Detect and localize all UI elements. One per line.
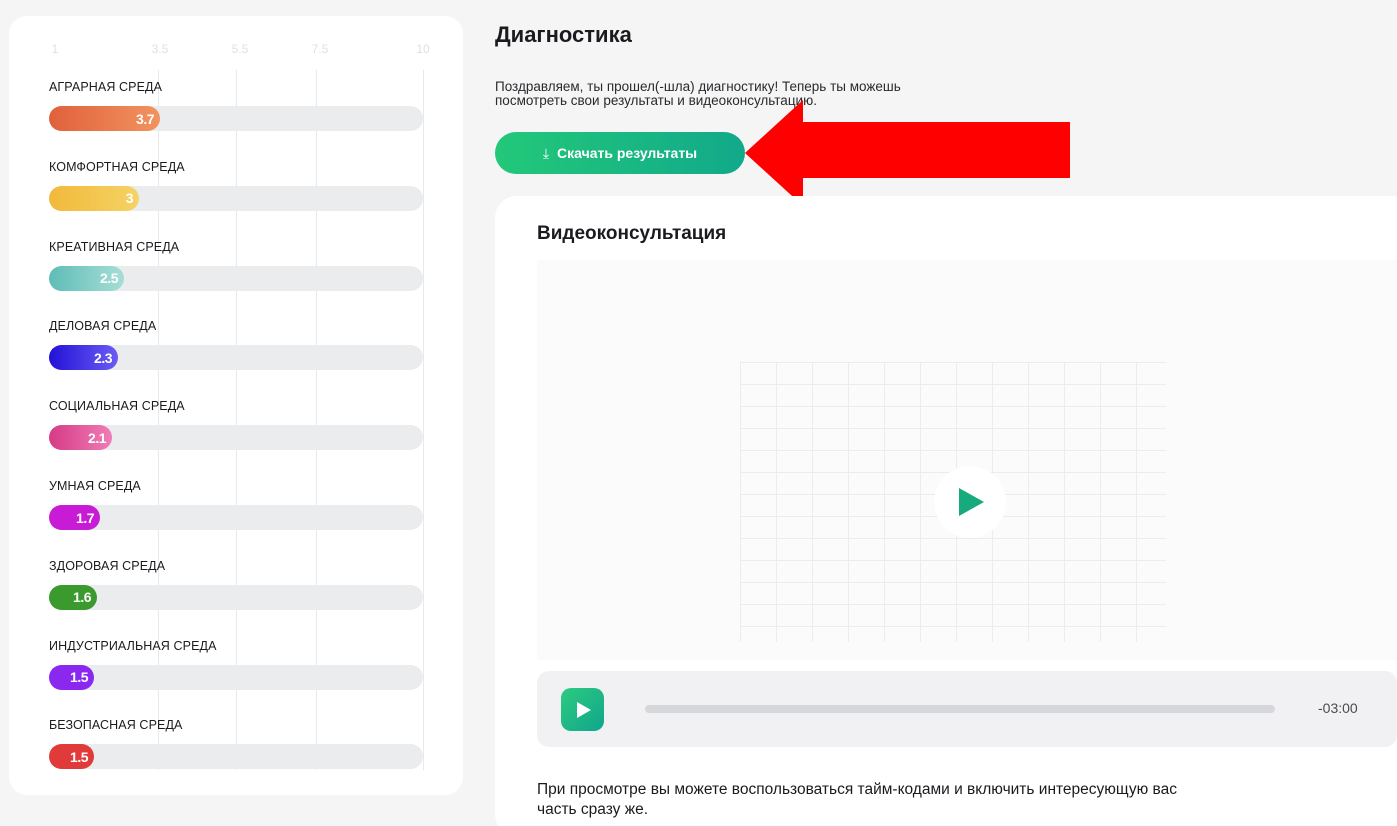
video-title: Видеоконсультация (537, 223, 727, 244)
play-icon (959, 488, 984, 516)
bar-track (49, 584, 423, 610)
bar-fill: 1.6 (49, 584, 97, 610)
bar-fill: 3 (49, 185, 139, 211)
category-label: ИНДУСТРИАЛЬНАЯ СРЕДА (49, 638, 217, 653)
footnote-line-1: При просмотре вы можете воспользоваться … (537, 781, 1177, 798)
download-results-button[interactable]: ⤓ Скачать результаты (495, 132, 745, 174)
video-play-button[interactable] (934, 466, 1006, 538)
bar-value-label: 1.5 (70, 748, 88, 765)
category-label: УМНАЯ СРЕДА (49, 479, 141, 493)
bar-fill: 2.1 (49, 425, 112, 451)
footnote-line-2: часть сразу же. (537, 801, 649, 818)
grid-line (423, 70, 424, 770)
bar-fill: 1.5 (49, 744, 94, 770)
category-label: КОМФОРТНАЯ СРЕДА (49, 159, 185, 174)
bar-value-label: 3 (125, 190, 134, 207)
x-axis-tick: 3.5 (151, 42, 169, 56)
category-label: АГРАРНАЯ СРЕДА (49, 80, 163, 94)
x-axis-tick: 10 (416, 42, 430, 56)
bar-value-label: 2.3 (94, 349, 112, 366)
bar-value-label: 1.7 (76, 509, 94, 526)
play-icon (576, 701, 591, 718)
bar-track (49, 505, 423, 530)
category-label: СОЦИАЛЬНАЯ СРЕДА (49, 399, 185, 414)
bar-fill: 1.5 (49, 664, 94, 690)
x-axis-tick: 1 (51, 42, 59, 56)
video-footnote: При просмотре вы можете воспользоваться … (537, 780, 1387, 820)
time-remaining: -03:00 (1318, 700, 1358, 716)
bar-value-label: 1.5 (70, 669, 88, 686)
category-label: ЗДОРОВАЯ СРЕДА (49, 558, 166, 573)
bar-value-label: 3.7 (136, 110, 154, 127)
bar-fill: 2.5 (49, 265, 124, 291)
bar-track (49, 664, 423, 690)
bar-value-label: 2.5 (100, 270, 118, 287)
bar-track (49, 744, 423, 770)
progress-bar[interactable] (645, 705, 1275, 713)
bar-value-label: 2.1 (88, 429, 106, 446)
download-icon: ⤓ (542, 144, 550, 161)
category-label: ДЕЛОВАЯ СРЕДА (49, 319, 157, 334)
bar-fill: 1.7 (49, 505, 100, 530)
intro-line-1: Поздравляем, ты прошел(-шла) диагностику… (495, 79, 901, 94)
x-axis-tick: 5.5 (231, 42, 249, 56)
page-title: Диагностика (495, 22, 632, 47)
red-arrow-annotation (745, 100, 1070, 206)
category-label: БЕЗОПАСНАЯ СРЕДА (49, 718, 183, 733)
bar-value-label: 1.6 (73, 589, 91, 606)
download-results-label: Скачать результаты (557, 145, 698, 161)
player-play-button[interactable] (561, 688, 604, 731)
category-label: КРЕАТИВНАЯ СРЕДА (49, 239, 180, 254)
bar-fill: 3.7 (49, 106, 160, 131)
bar-fill: 2.3 (49, 345, 118, 371)
x-axis-tick: 7.5 (311, 42, 329, 56)
